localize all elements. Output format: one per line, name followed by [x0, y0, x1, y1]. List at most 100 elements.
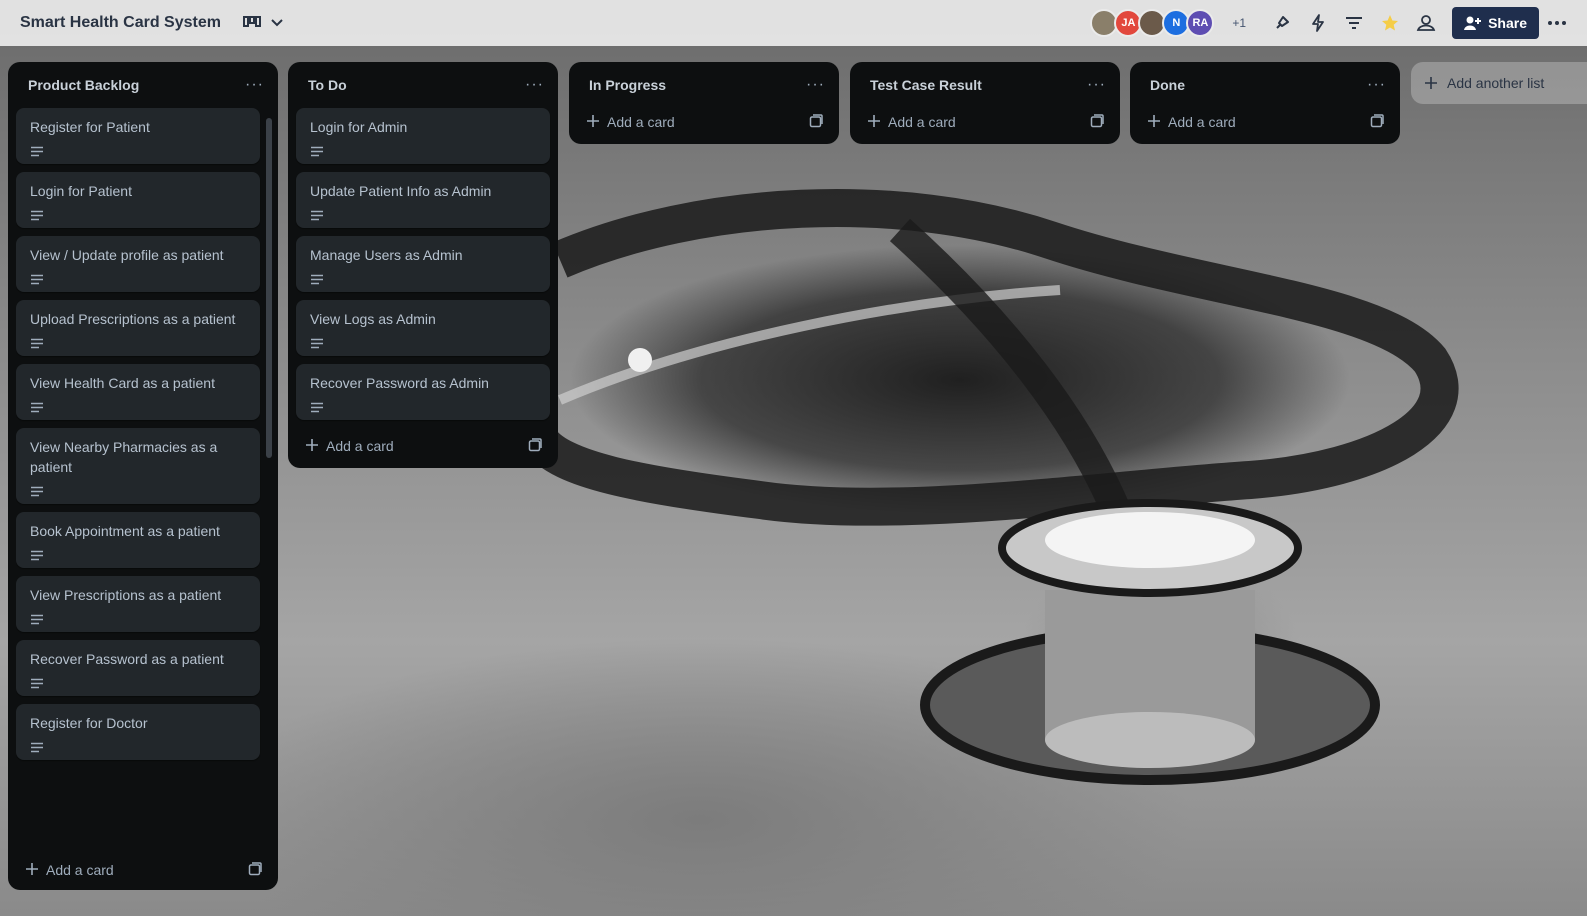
list-menu-icon[interactable]: ···: [245, 76, 264, 94]
plus-icon: [1148, 114, 1160, 130]
card[interactable]: View Logs as Admin: [296, 300, 550, 356]
list-scrollbar[interactable]: [266, 110, 272, 842]
description-icon: [30, 400, 246, 413]
card-title: Book Appointment as a patient: [30, 523, 220, 539]
list-menu-icon[interactable]: ···: [1367, 76, 1386, 94]
card[interactable]: Login for Patient: [16, 172, 260, 228]
create-from-template-icon[interactable]: [1090, 113, 1104, 131]
add-card-row: Add a card: [577, 100, 831, 144]
card[interactable]: Register for Patient: [16, 108, 260, 164]
list-title[interactable]: Test Case Result: [870, 77, 982, 93]
card-title: View / Update profile as patient: [30, 247, 224, 263]
list-column: In Progress ··· Add a card: [569, 62, 839, 144]
card[interactable]: Book Appointment as a patient: [16, 512, 260, 568]
description-icon: [310, 144, 536, 157]
member-avatar[interactable]: RA: [1186, 9, 1215, 37]
list-title[interactable]: In Progress: [589, 77, 666, 93]
board-view-icon: [242, 16, 261, 27]
add-card-row: Add a card: [296, 424, 550, 468]
add-card-button[interactable]: Add a card: [868, 114, 956, 130]
add-card-button[interactable]: Add a card: [26, 862, 114, 878]
card-title: Login for Patient: [30, 183, 132, 199]
plus-icon: [306, 438, 318, 454]
card-title: View Health Card as a patient: [30, 375, 215, 391]
add-card-button[interactable]: Add a card: [1148, 114, 1236, 130]
card[interactable]: Recover Password as Admin: [296, 364, 550, 420]
card[interactable]: View Prescriptions as a patient: [16, 576, 260, 632]
create-from-template-icon[interactable]: [809, 113, 823, 131]
list-column: Product Backlog ··· Register for Patient Lo…: [8, 62, 278, 890]
list-column: Done ··· Add a card: [1130, 62, 1400, 144]
card[interactable]: Update Patient Info as Admin: [296, 172, 550, 228]
board-header: Smart Health Card System JA N RA +1 Share: [0, 0, 1587, 46]
plus-icon: [1425, 77, 1437, 89]
extra-members-count[interactable]: +1: [1232, 16, 1246, 30]
card[interactable]: Upload Prescriptions as a patient: [16, 300, 260, 356]
automation-icon[interactable]: [1300, 7, 1336, 39]
plus-icon: [587, 114, 599, 130]
share-button[interactable]: Share: [1452, 7, 1539, 39]
list-title[interactable]: Done: [1150, 77, 1185, 93]
add-another-list-button[interactable]: Add another list: [1411, 62, 1587, 104]
board-view-switcher[interactable]: [242, 16, 283, 30]
list-column: To Do ··· Login for Admin Update Patient In…: [288, 62, 558, 468]
add-card-label: Add a card: [607, 114, 675, 130]
board-title[interactable]: Smart Health Card System: [20, 14, 221, 32]
card[interactable]: Recover Password as a patient: [16, 640, 260, 696]
list-menu-icon[interactable]: ···: [1087, 76, 1106, 94]
star-icon[interactable]: [1372, 7, 1408, 39]
add-list-label: Add another list: [1447, 75, 1545, 91]
card-title: View Logs as Admin: [310, 311, 436, 327]
card-title: Recover Password as a patient: [30, 651, 224, 667]
add-card-button[interactable]: Add a card: [587, 114, 675, 130]
card-list: Login for Admin Update Patient Info as Ad…: [296, 108, 550, 420]
card-title: View Prescriptions as a patient: [30, 587, 222, 603]
list-title[interactable]: Product Backlog: [28, 77, 139, 93]
description-icon: [30, 144, 246, 157]
member-avatars[interactable]: JA N RA: [1090, 9, 1215, 37]
share-label: Share: [1488, 15, 1527, 31]
plus-icon: [26, 862, 38, 878]
list-title[interactable]: To Do: [308, 77, 347, 93]
card[interactable]: View Nearby Pharmacies as a patient: [16, 428, 260, 504]
scrollbar-thumb[interactable]: [266, 118, 272, 458]
description-icon: [310, 400, 536, 413]
card-title: Update Patient Info as Admin: [310, 183, 492, 199]
create-from-template-icon[interactable]: [1370, 113, 1384, 131]
list-menu-icon[interactable]: ···: [525, 76, 544, 94]
more-menu-icon[interactable]: [1539, 7, 1575, 39]
add-card-row: Add a card: [858, 100, 1112, 144]
add-card-label: Add a card: [326, 438, 394, 454]
filter-icon[interactable]: [1336, 7, 1372, 39]
add-card-row: Add a card: [1138, 100, 1392, 144]
create-from-template-icon[interactable]: [528, 437, 542, 455]
list-menu-icon[interactable]: ···: [806, 76, 825, 94]
card-title: Manage Users as Admin: [310, 247, 463, 263]
add-card-button[interactable]: Add a card: [306, 438, 394, 454]
card[interactable]: View Health Card as a patient: [16, 364, 260, 420]
description-icon: [30, 612, 246, 625]
description-icon: [310, 272, 536, 285]
add-card-label: Add a card: [1168, 114, 1236, 130]
add-person-icon: [1464, 16, 1482, 30]
card[interactable]: View / Update profile as patient: [16, 236, 260, 292]
list-column: Test Case Result ··· Add a card: [850, 62, 1120, 144]
add-card-row: Add a card: [16, 848, 270, 890]
card[interactable]: Register for Doctor: [16, 704, 260, 760]
card-title: Recover Password as Admin: [310, 375, 489, 391]
plus-icon: [868, 114, 880, 130]
visibility-icon[interactable]: [1408, 7, 1444, 39]
card-title: Register for Doctor: [30, 715, 148, 731]
description-icon: [310, 208, 536, 221]
power-ups-icon[interactable]: [1264, 7, 1300, 39]
list-header: Product Backlog ···: [16, 62, 270, 108]
description-icon: [30, 336, 246, 349]
card[interactable]: Manage Users as Admin: [296, 236, 550, 292]
description-icon: [30, 740, 246, 753]
card[interactable]: Login for Admin: [296, 108, 550, 164]
card-title: Register for Patient: [30, 119, 150, 135]
add-card-label: Add a card: [888, 114, 956, 130]
chevron-down-icon: [271, 19, 283, 27]
create-from-template-icon[interactable]: [248, 861, 262, 879]
description-icon: [30, 208, 246, 221]
